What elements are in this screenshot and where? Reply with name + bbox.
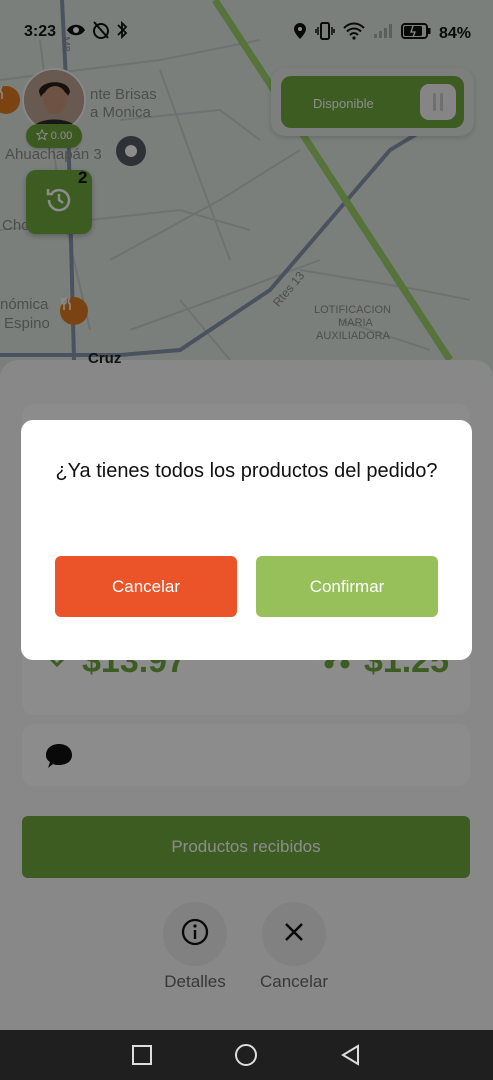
- dialog-cancel-button[interactable]: Cancelar: [55, 556, 237, 617]
- dialog-confirm-button[interactable]: Confirmar: [256, 556, 438, 617]
- home-icon[interactable]: [233, 1042, 259, 1068]
- system-nav-bar: [0, 1030, 493, 1080]
- recents-icon[interactable]: [129, 1042, 155, 1068]
- back-icon[interactable]: [338, 1042, 364, 1068]
- confirm-dialog: ¿Ya tienes todos los productos del pedid…: [21, 420, 472, 660]
- dialog-message: ¿Ya tienes todos los productos del pedid…: [55, 460, 438, 482]
